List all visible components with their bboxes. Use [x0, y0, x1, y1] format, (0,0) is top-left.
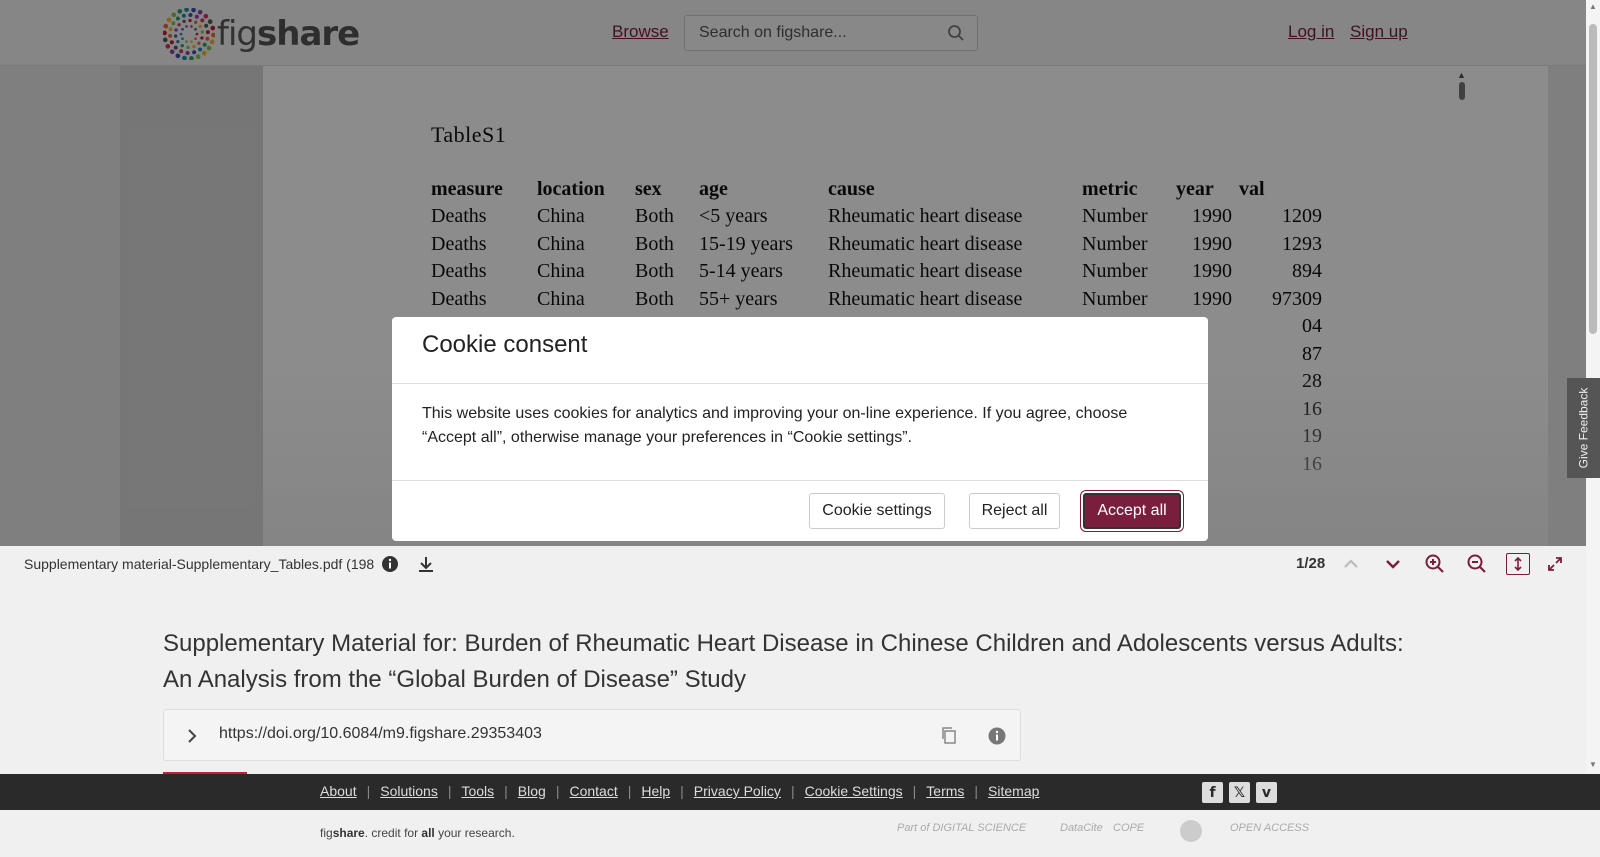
give-feedback-tab[interactable]: Give Feedback — [1567, 378, 1600, 478]
footer-link-solutions[interactable]: Solutions — [380, 783, 438, 799]
footer-separator: | — [366, 783, 371, 799]
fit-height-icon[interactable] — [1506, 553, 1530, 575]
footer-bottom: figshare. credit for all your research. … — [0, 810, 1600, 857]
doi-info-icon[interactable] — [987, 726, 1007, 746]
footer-link-terms[interactable]: Terms — [926, 783, 964, 799]
footer-link-tools[interactable]: Tools — [461, 783, 494, 799]
footer-separator: | — [790, 783, 795, 799]
cope-logo[interactable]: COPE — [1113, 822, 1144, 834]
footer-nav: About | Solutions | Tools | Blog | Contact | Help |… — [0, 774, 1600, 810]
footer-separator: | — [447, 783, 452, 799]
footer-separator: | — [974, 783, 979, 799]
footer-links: About | Solutions | Tools | Blog | Contact | Help |… — [320, 783, 1039, 799]
cookie-dialog-title: Cookie consent — [422, 331, 588, 358]
fullscreen-icon[interactable] — [1544, 553, 1566, 575]
footer-link-contact[interactable]: Contact — [569, 783, 617, 799]
reject-all-button[interactable]: Reject all — [969, 493, 1060, 529]
next-page-icon[interactable] — [1382, 553, 1404, 575]
footer-link-sitemap[interactable]: Sitemap — [988, 783, 1039, 799]
footer-separator: | — [555, 783, 560, 799]
footer-link-about[interactable]: About — [320, 783, 357, 799]
page-scroll-up-icon[interactable]: ▲ — [1589, 2, 1597, 11]
footer-link-privacy-policy[interactable]: Privacy Policy — [694, 783, 781, 799]
download-icon[interactable] — [415, 553, 437, 575]
cookie-settings-button[interactable]: Cookie settings — [809, 493, 945, 529]
tagline: figshare. credit for all your research. — [320, 826, 515, 840]
doi-link[interactable]: https://doi.org/10.6084/m9.figshare.2935… — [219, 725, 542, 743]
doi-box: https://doi.org/10.6084/m9.figshare.2935… — [163, 709, 1021, 761]
digital-science-logo[interactable]: Part of DIGITAL SCIENCE — [897, 822, 1026, 834]
page-counter: 1/28 — [1296, 555, 1326, 572]
info-icon[interactable] — [379, 553, 401, 575]
item-details: Supplementary Material for: Burden of Rh… — [0, 582, 1586, 776]
footer-separator: | — [912, 783, 917, 799]
previous-page-icon[interactable] — [1340, 553, 1362, 575]
footer-separator: | — [680, 783, 684, 799]
zoom-out-icon[interactable] — [1466, 553, 1488, 575]
footer-separator: | — [504, 783, 508, 799]
vimeo-icon[interactable]: v — [1256, 782, 1277, 803]
copy-icon[interactable] — [940, 726, 958, 746]
item-title: Supplementary Material for: Burden of Rh… — [163, 630, 1404, 693]
page-scroll-thumb[interactable] — [1589, 24, 1597, 334]
page-scroll-down-icon[interactable]: ▼ — [1589, 760, 1597, 769]
footer-link-blog[interactable]: Blog — [518, 783, 546, 799]
cookie-consent-dialog: Cookie consent This website uses cookies… — [392, 317, 1208, 541]
footer-link-cookie-settings[interactable]: Cookie Settings — [805, 783, 903, 799]
chevron-right-icon[interactable] — [184, 726, 200, 746]
zoom-in-icon[interactable] — [1424, 553, 1446, 575]
accept-all-button[interactable]: Accept all — [1083, 493, 1181, 529]
footer-separator: | — [627, 783, 632, 799]
x-twitter-icon[interactable]: 𝕏 — [1229, 782, 1250, 803]
viewer-toolbar: Supplementary material-Supplementary_Tab… — [0, 546, 1586, 582]
footer-link-help[interactable]: Help — [641, 783, 670, 799]
facebook-icon[interactable]: f — [1202, 782, 1223, 803]
open-access-logo[interactable]: OPEN ACCESS — [1230, 822, 1309, 834]
datacite-logo[interactable]: DataCite — [1060, 822, 1103, 834]
cookie-dialog-body: This website uses cookies for analytics … — [422, 405, 1128, 446]
file-name: Supplementary material-Supplementary_Tab… — [24, 556, 374, 572]
partner-seal-icon[interactable] — [1180, 820, 1202, 842]
